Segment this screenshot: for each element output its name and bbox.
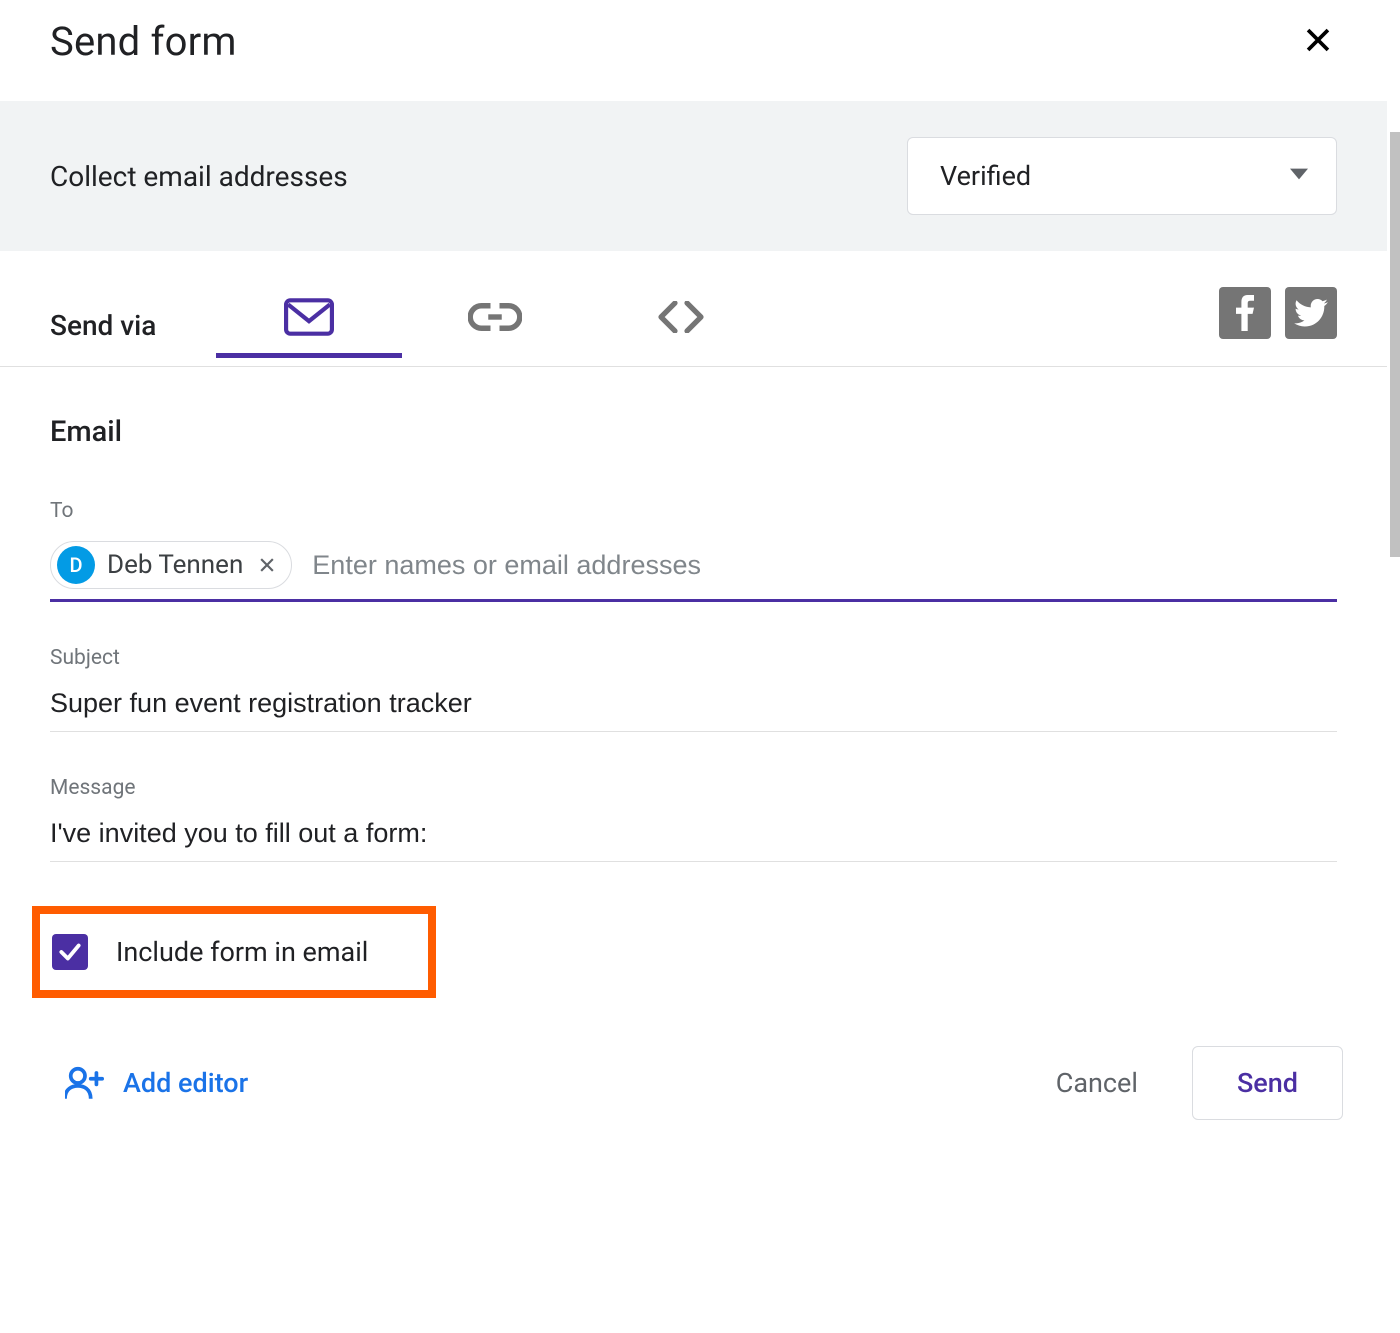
send-button[interactable]: Send bbox=[1192, 1046, 1343, 1120]
send-via-label: Send via bbox=[50, 309, 156, 342]
tab-email[interactable] bbox=[216, 277, 402, 358]
embed-icon bbox=[656, 301, 706, 333]
close-button[interactable] bbox=[1297, 19, 1339, 65]
add-editor-button[interactable]: Add editor bbox=[65, 1066, 248, 1100]
to-row: D Deb Tennen bbox=[50, 541, 1337, 602]
cancel-button[interactable]: Cancel bbox=[1032, 1049, 1162, 1117]
twitter-icon bbox=[1294, 299, 1328, 327]
subject-input[interactable] bbox=[50, 688, 1337, 732]
collect-email-bar: Collect email addresses Verified bbox=[0, 101, 1387, 251]
close-icon bbox=[1301, 23, 1335, 57]
collect-email-dropdown[interactable]: Verified bbox=[907, 137, 1337, 215]
to-label: To bbox=[50, 499, 1337, 523]
avatar: D bbox=[57, 546, 95, 584]
mail-icon bbox=[284, 297, 334, 337]
add-editor-label: Add editor bbox=[123, 1067, 248, 1099]
close-icon bbox=[257, 555, 277, 575]
send-form-dialog: Send form Collect email addresses Verifi… bbox=[0, 0, 1387, 1120]
dialog-title: Send form bbox=[50, 18, 237, 65]
include-form-label: Include form in email bbox=[116, 936, 368, 968]
to-input[interactable] bbox=[312, 550, 1337, 581]
share-facebook-button[interactable] bbox=[1219, 287, 1271, 339]
tab-link[interactable] bbox=[402, 277, 588, 358]
dialog-header: Send form bbox=[0, 0, 1387, 101]
send-via-row: Send via bbox=[0, 251, 1387, 367]
recipient-chip[interactable]: D Deb Tennen bbox=[50, 541, 292, 589]
dropdown-value: Verified bbox=[940, 160, 1031, 192]
subject-field: Subject bbox=[50, 646, 1337, 732]
remove-chip-button[interactable] bbox=[255, 553, 279, 577]
message-label: Message bbox=[50, 776, 1337, 800]
include-form-checkbox[interactable] bbox=[52, 934, 88, 970]
recipient-name: Deb Tennen bbox=[107, 550, 243, 580]
message-input[interactable] bbox=[50, 818, 1337, 862]
to-field: To D Deb Tennen bbox=[50, 499, 1337, 602]
person-add-icon bbox=[65, 1066, 105, 1100]
footer-actions: Cancel Send bbox=[1032, 1046, 1343, 1120]
include-form-checkbox-row[interactable]: Include form in email bbox=[32, 906, 436, 998]
tab-embed[interactable] bbox=[588, 277, 774, 358]
collect-email-label: Collect email addresses bbox=[50, 160, 348, 193]
facebook-icon bbox=[1235, 295, 1255, 331]
share-twitter-button[interactable] bbox=[1285, 287, 1337, 339]
scrollbar[interactable] bbox=[1390, 132, 1400, 557]
checkmark-icon bbox=[57, 939, 83, 965]
subject-label: Subject bbox=[50, 646, 1337, 670]
link-icon bbox=[468, 303, 522, 331]
message-field: Message bbox=[50, 776, 1337, 862]
dialog-footer: Add editor Cancel Send bbox=[0, 998, 1387, 1120]
social-share bbox=[1219, 287, 1337, 339]
email-section: Email To D Deb Tennen Subject Message bbox=[0, 367, 1387, 998]
chevron-down-icon bbox=[1290, 168, 1308, 184]
email-heading: Email bbox=[50, 415, 1337, 449]
